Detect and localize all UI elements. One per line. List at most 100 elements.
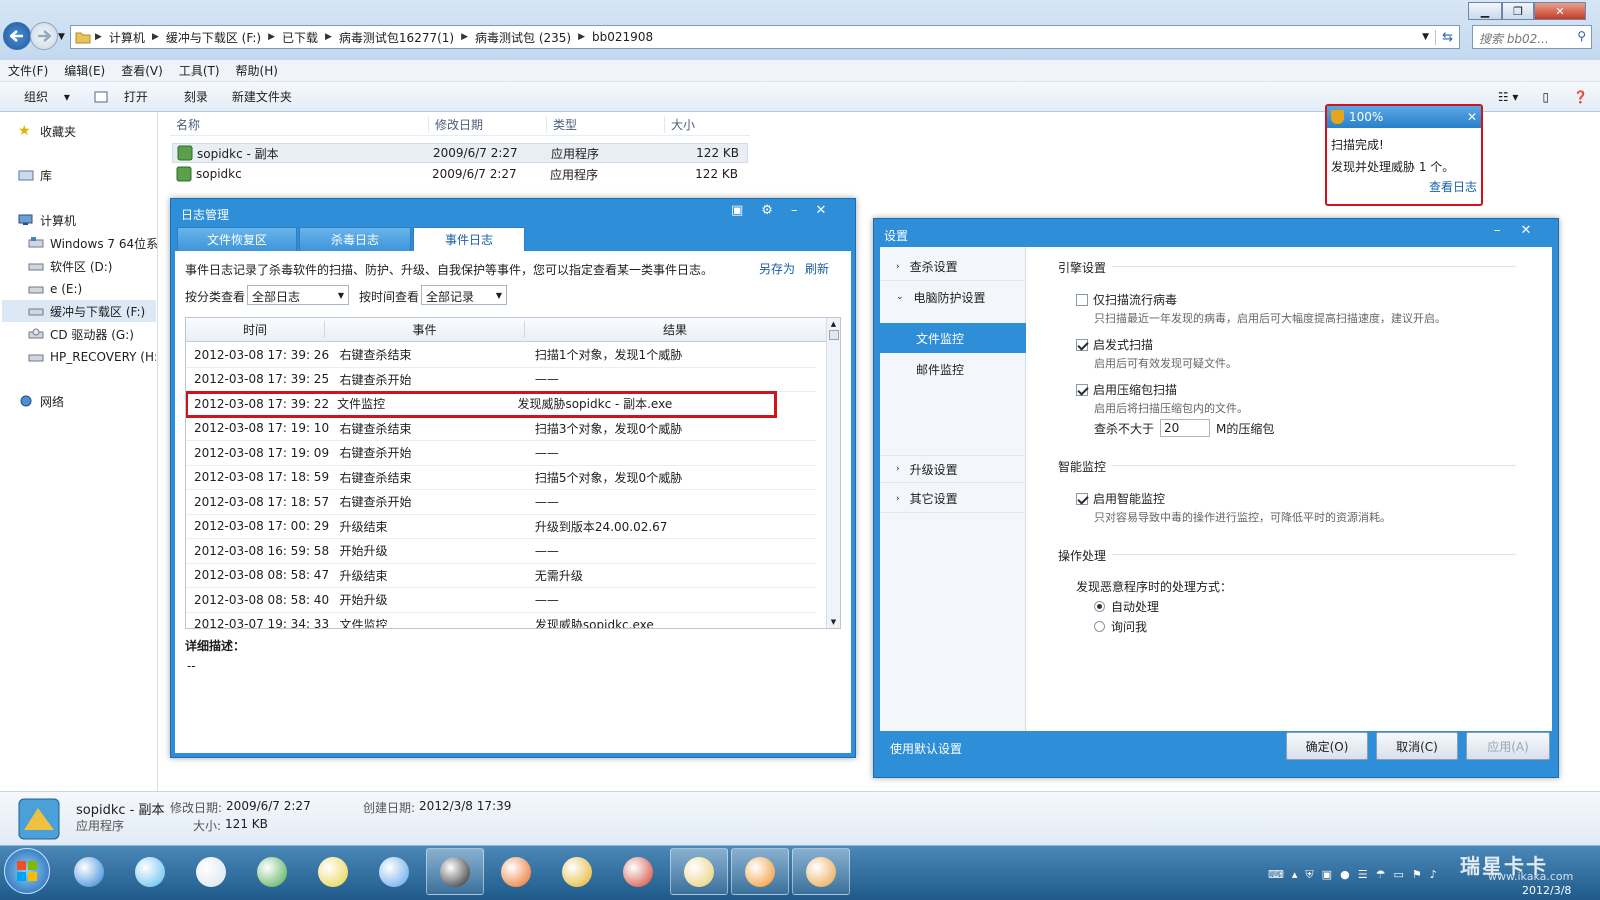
tab-event-log[interactable]: 事件日志	[413, 227, 525, 251]
breadcrumb-item[interactable]: 计算机	[109, 29, 145, 46]
monitor-icon[interactable]: ▣	[1322, 868, 1332, 882]
forward-button[interactable]	[30, 22, 58, 50]
column-type[interactable]: 类型	[546, 116, 664, 133]
scroll-up-icon[interactable]: ▲	[827, 320, 840, 328]
log-row[interactable]: 2012-03-08 17: 39: 26 右键查杀结束 扫描1个对象，发现1个威胁	[186, 343, 816, 368]
sidebar-item-protection[interactable]: ⌄ 电脑防护设置	[880, 283, 1026, 311]
nav-drive-h[interactable]: HP_RECOVERY (H:)	[28, 346, 156, 368]
nav-libraries[interactable]: 库	[18, 164, 176, 186]
save-as-link[interactable]: 另存为	[759, 260, 795, 277]
flag-icon[interactable]: ⚑	[1412, 868, 1422, 882]
minimize-button[interactable]: ▁	[1468, 2, 1502, 20]
address-bar[interactable]: ▶ 计算机 ▶ 缓冲与下载区 (F:) ▶ 已下载 ▶ 病毒测试包16277(1…	[70, 25, 1460, 49]
sidebar-item-other[interactable]: › 其它设置	[880, 485, 1026, 513]
taskbar-item[interactable]	[304, 848, 362, 895]
log-row[interactable]: 2012-03-08 08: 58: 40 开始升级 ——	[186, 588, 816, 613]
minimize-icon[interactable]: –	[1494, 223, 1501, 238]
tray-expand-icon[interactable]: ▴	[1292, 868, 1298, 882]
log-row[interactable]: 2012-03-08 17: 18: 57 右键查杀开始 ——	[186, 490, 816, 515]
nav-drive-e[interactable]: e (E:)	[28, 278, 186, 300]
restore-icon[interactable]: ▣	[731, 203, 743, 218]
taskbar-item[interactable]	[487, 848, 545, 895]
log-row[interactable]: 2012-03-08 17: 00: 29 升级结束 升级到版本24.00.02.6…	[186, 515, 816, 539]
checkbox-zip-scan[interactable]	[1076, 383, 1088, 396]
log-row[interactable]: 2012-03-08 17: 19: 09 右键查杀开始 ——	[186, 441, 816, 466]
network-icon[interactable]: ☰	[1358, 868, 1368, 882]
tab-scan-log[interactable]: 杀毒日志	[299, 227, 411, 251]
column-result[interactable]: 结果	[525, 321, 825, 338]
log-row[interactable]: 2012-03-08 08: 58: 47 升级结束 无需升级	[186, 564, 816, 588]
breadcrumb-item[interactable]: 病毒测试包16277(1)	[339, 29, 454, 46]
ok-button[interactable]: 确定(O)	[1286, 732, 1368, 760]
breadcrumb-item[interactable]: bb021908	[592, 30, 653, 44]
burn-button[interactable]: 刻录	[172, 88, 220, 105]
column-event[interactable]: 事件	[325, 321, 525, 338]
umbrella-icon[interactable]: ☂	[1376, 868, 1386, 882]
restore-defaults-link[interactable]: 使用默认设置	[890, 740, 962, 757]
maximize-button[interactable]: ❐	[1502, 2, 1534, 20]
address-dropdown-icon[interactable]: ▼	[1422, 32, 1435, 42]
search-input[interactable]: 搜索 bb02... ⚲	[1472, 25, 1592, 49]
keyboard-icon[interactable]: ⌨	[1268, 868, 1284, 882]
column-name[interactable]: 名称	[170, 116, 428, 133]
taskbar-item[interactable]	[670, 848, 728, 895]
back-button[interactable]	[3, 22, 31, 50]
sidebar-item-scan[interactable]: › 查杀设置	[880, 253, 1026, 281]
nav-drive-d[interactable]: 软件区 (D:)	[28, 255, 186, 277]
refresh-link[interactable]: 刷新	[805, 260, 829, 277]
option-popular-only[interactable]: 仅扫描流行病毒	[1076, 291, 1177, 308]
sidebar-item-update[interactable]: › 升级设置	[880, 455, 1026, 483]
gear-icon[interactable]: ⚙	[761, 203, 773, 218]
volume-icon[interactable]: ♪	[1430, 868, 1437, 882]
close-icon[interactable]: ✕	[1521, 223, 1532, 238]
qq-tray-icon[interactable]: ●	[1340, 868, 1350, 882]
help-icon[interactable]: ❓	[1561, 90, 1600, 104]
taskbar-item[interactable]	[548, 848, 606, 895]
nav-drive-g[interactable]: CD 驱动器 (G:)	[28, 323, 186, 345]
view-log-link[interactable]: 查看日志	[1331, 178, 1477, 196]
shield-icon[interactable]: ⛨	[1305, 868, 1313, 882]
nav-drive-f[interactable]: 缓冲与下载区 (F:)	[2, 300, 156, 322]
option-smart-monitor[interactable]: 启用智能监控	[1076, 490, 1165, 507]
zip-limit-input[interactable]: 20	[1160, 419, 1211, 437]
scroll-down-icon[interactable]: ▼	[827, 618, 840, 626]
checkbox-heuristic[interactable]	[1076, 338, 1088, 351]
log-row[interactable]: 2012-03-08 17: 39: 22 文件监控 发现威胁sopidkc - 副…	[186, 391, 777, 418]
menu-tools[interactable]: 工具(T)	[171, 62, 228, 79]
nav-drive-c[interactable]: Windows 7 64位系	[28, 232, 186, 254]
file-row[interactable]: sopidkc - 副本 2009/6/7 2:27 应用程序 122 KB	[172, 143, 748, 163]
taskbar-item[interactable]	[121, 848, 179, 895]
log-row[interactable]: 2012-03-08 17: 39: 25 右键查杀开始 ——	[186, 368, 816, 392]
cancel-button[interactable]: 取消(C)	[1376, 732, 1458, 760]
view-options-icon[interactable]: ☷ ▾	[1486, 90, 1531, 104]
taskbar-item[interactable]	[609, 848, 667, 895]
column-date[interactable]: 修改日期	[428, 116, 546, 133]
display-icon[interactable]: ▭	[1393, 868, 1403, 882]
organize-button[interactable]: 组织 ▾	[0, 88, 82, 105]
breadcrumb-item[interactable]: 已下载	[282, 29, 318, 46]
option-heuristic[interactable]: 启发式扫描	[1076, 336, 1153, 353]
nav-computer[interactable]: 计算机	[18, 209, 176, 231]
menu-view[interactable]: 查看(V)	[113, 62, 171, 79]
checkbox-smart-monitor[interactable]	[1076, 492, 1088, 505]
radio-auto-handle[interactable]: 自动处理	[1094, 598, 1159, 615]
taskbar-item[interactable]	[792, 848, 850, 895]
taskbar-item[interactable]	[60, 848, 118, 895]
scrollbar-thumb[interactable]	[828, 330, 839, 340]
menu-edit[interactable]: 编辑(E)	[56, 62, 113, 79]
taskbar-item[interactable]	[243, 848, 301, 895]
sidebar-item-file-monitor[interactable]: 文件监控	[880, 323, 1026, 353]
checkbox-popular-only[interactable]	[1076, 293, 1088, 306]
recent-pages-dropdown[interactable]: ▼	[58, 32, 65, 42]
breadcrumb-item[interactable]: 缓冲与下载区 (F:)	[166, 29, 261, 46]
sidebar-item-mail-monitor[interactable]: 邮件监控	[880, 355, 1026, 383]
column-size[interactable]: 大小	[664, 116, 744, 133]
time-filter-select[interactable]: 全部记录 ▼	[421, 285, 507, 305]
log-row[interactable]: 2012-03-08 16: 59: 58 开始升级 ——	[186, 539, 816, 564]
menu-help[interactable]: 帮助(H)	[228, 62, 286, 79]
open-button[interactable]: 打开	[82, 88, 172, 105]
clock-date[interactable]: 2012/3/8	[1522, 884, 1571, 897]
refresh-icon[interactable]: ⇆	[1435, 29, 1459, 45]
file-row[interactable]: sopidkc 2009/6/7 2:27 应用程序 122 KB	[172, 164, 748, 184]
nav-network[interactable]: 网络	[18, 390, 176, 412]
